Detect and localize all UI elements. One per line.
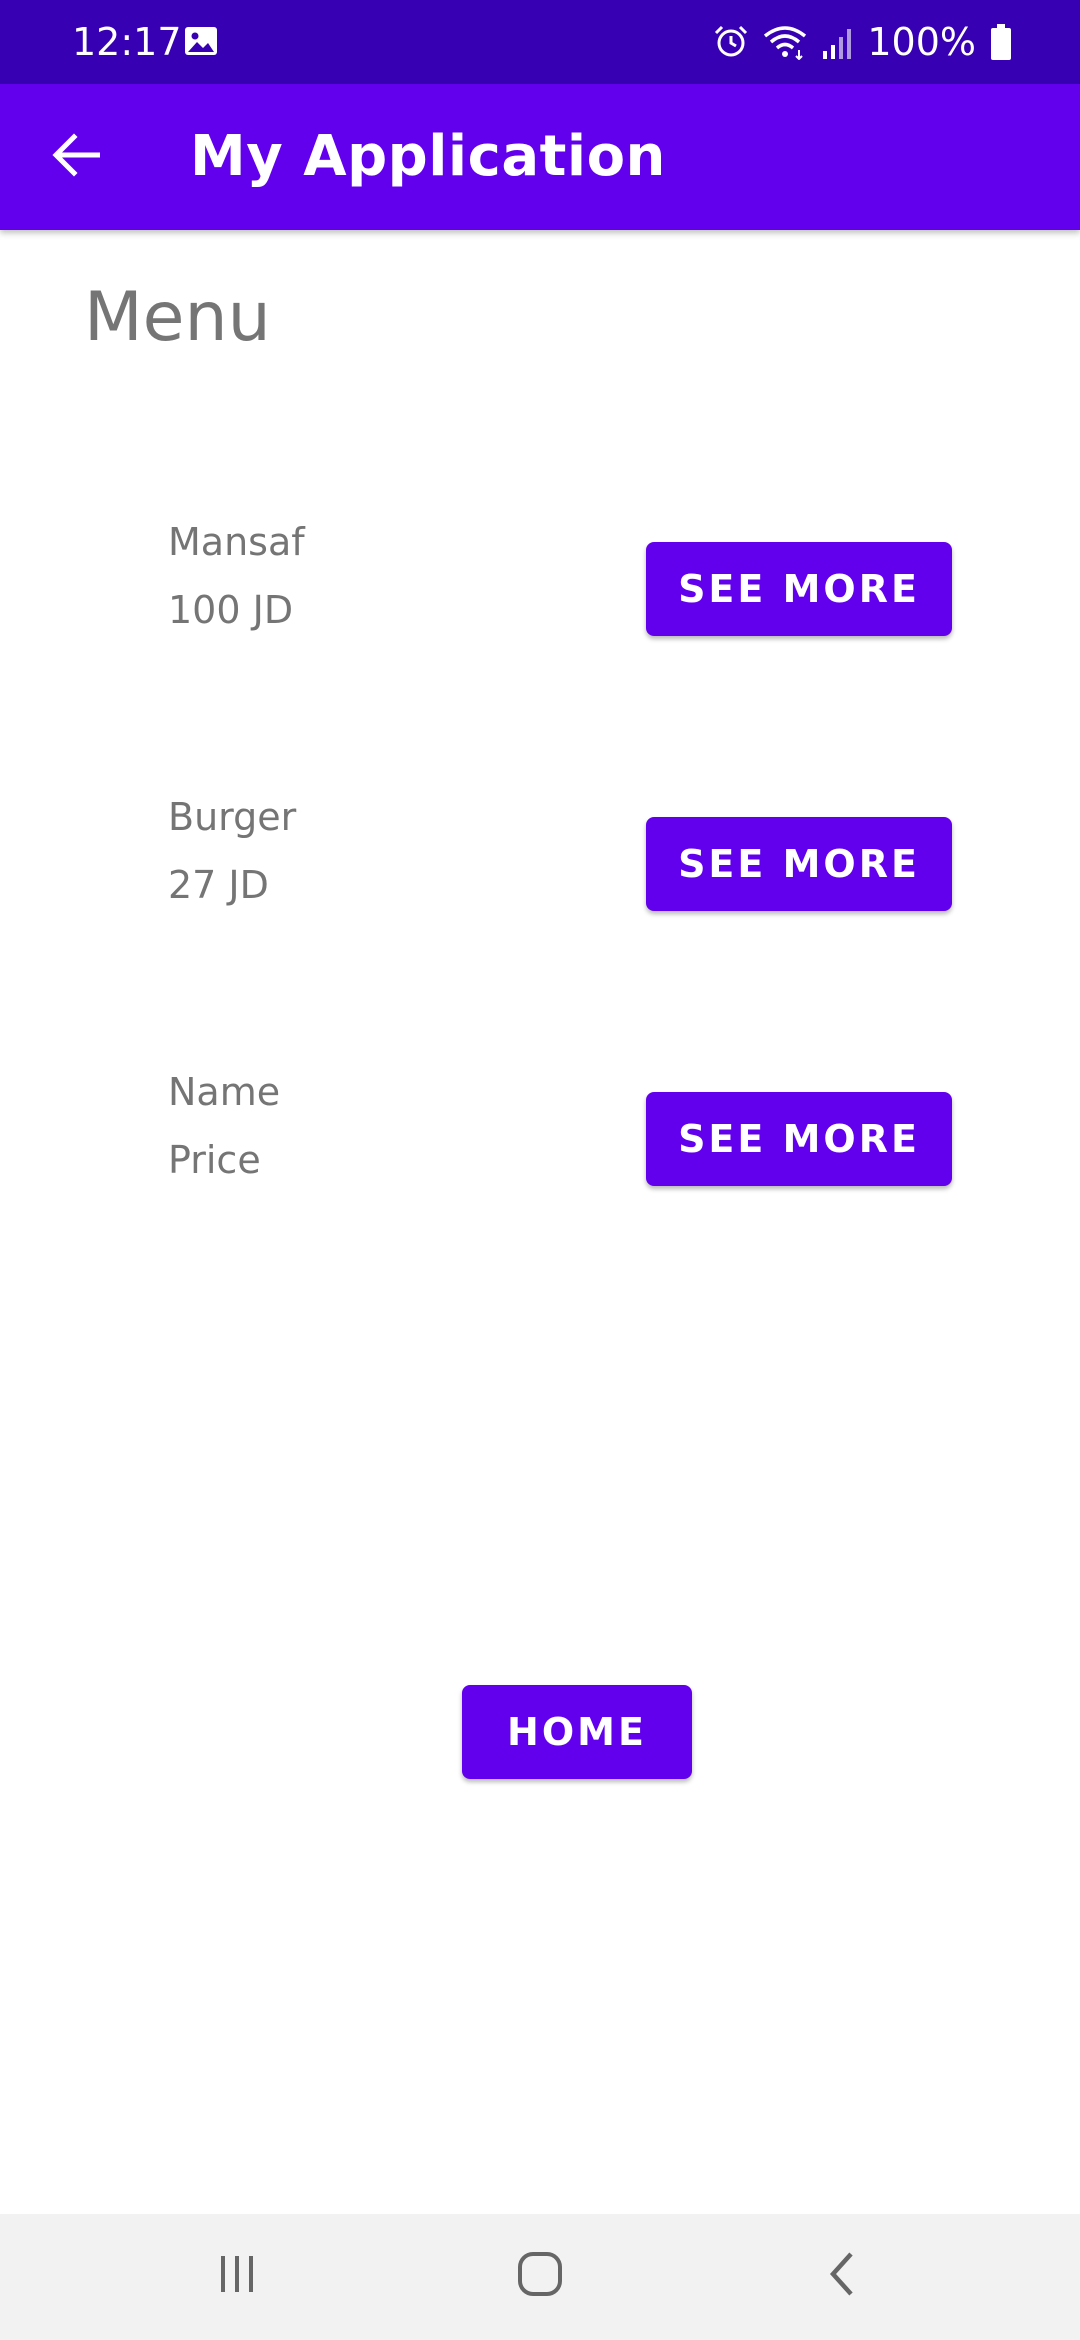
- recent-apps-icon: [215, 2252, 259, 2301]
- status-bar: 12:17 100%: [0, 0, 1080, 84]
- see-more-button[interactable]: SEE MORE: [646, 542, 952, 636]
- image-icon: [184, 26, 218, 56]
- item-price: Price: [168, 1138, 261, 1182]
- battery-icon: [990, 24, 1012, 60]
- home-nav-button[interactable]: [495, 2236, 585, 2316]
- home-icon: [516, 2250, 564, 2303]
- see-more-button[interactable]: SEE MORE: [646, 1092, 952, 1186]
- arrow-back-icon: [52, 132, 101, 182]
- home-button[interactable]: HOME: [462, 1685, 692, 1779]
- system-nav-bar: [0, 2214, 1080, 2340]
- wifi-icon: [763, 24, 807, 60]
- app-bar: My Application: [0, 84, 1080, 230]
- item-price: 27 JD: [168, 863, 269, 907]
- battery-percent: 100%: [867, 20, 976, 64]
- status-time: 12:17: [72, 20, 182, 64]
- back-nav-button[interactable]: [798, 2236, 888, 2316]
- back-icon: [825, 2250, 861, 2303]
- item-name: Name: [168, 1070, 281, 1114]
- status-icons: 100%: [713, 18, 1012, 66]
- page-title: Menu: [84, 278, 271, 357]
- item-name: Mansaf: [168, 520, 305, 564]
- back-button[interactable]: [36, 117, 116, 197]
- app-title: My Application: [190, 124, 666, 189]
- alarm-icon: [713, 24, 749, 60]
- recent-apps-button[interactable]: [192, 2236, 282, 2316]
- see-more-button[interactable]: SEE MORE: [646, 817, 952, 911]
- signal-icon: [821, 25, 853, 59]
- item-name: Burger: [168, 795, 297, 839]
- item-price: 100 JD: [168, 588, 294, 632]
